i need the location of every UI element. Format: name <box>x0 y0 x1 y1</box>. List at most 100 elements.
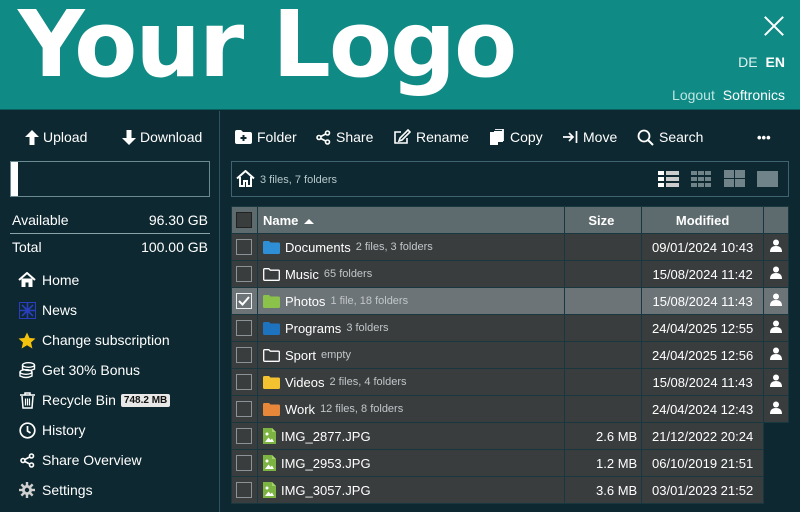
owner-cell <box>763 395 789 423</box>
upload-button[interactable]: Upload <box>25 127 87 147</box>
file-meta: 1 file, 18 folders <box>330 295 409 307</box>
row-checkbox[interactable] <box>236 455 253 472</box>
rename-button[interactable]: Rename <box>394 127 469 147</box>
table-row[interactable]: IMG_2953.JPG 1.2 MB 06/10/2019 21:51 <box>231 449 789 477</box>
name-cell[interactable]: Programs 3 folders <box>256 314 566 342</box>
folder-summary: 3 files, 7 folders <box>260 174 338 186</box>
share-button[interactable]: Share <box>316 127 373 147</box>
share-icon <box>316 129 331 145</box>
row-checkbox-cell <box>231 233 258 261</box>
copy-button[interactable]: Copy <box>490 127 543 147</box>
sort-asc-icon <box>304 218 314 224</box>
modified-cell: 24/04/2025 12:55 <box>641 314 764 342</box>
more-button[interactable]: ••• <box>757 127 771 147</box>
available-value: 96.30 GB <box>148 212 208 228</box>
search-icon <box>637 129 654 146</box>
sidebar-item-change-subscription[interactable]: Change subscription <box>18 325 170 355</box>
file-meta: 12 files, 8 folders <box>320 403 404 415</box>
name-cell[interactable]: Sport empty <box>256 341 566 369</box>
sidebar-item-label: Share Overview <box>42 452 142 468</box>
name-cell[interactable]: IMG_2877.JPG <box>256 422 566 450</box>
small-grid-view-icon[interactable] <box>691 170 712 188</box>
modified-cell: 15/08/2024 11:43 <box>641 368 764 396</box>
size-cell <box>564 260 643 288</box>
stat-divider <box>10 233 210 234</box>
row-checkbox[interactable] <box>236 347 253 364</box>
language-en[interactable]: EN <box>766 54 785 70</box>
row-checkbox[interactable] <box>236 428 253 445</box>
view-switcher <box>658 170 778 188</box>
logout-link[interactable]: Logout <box>672 87 715 103</box>
sidebar-item-history[interactable]: History <box>18 415 170 445</box>
share-icon <box>18 451 36 469</box>
row-checkbox-cell <box>231 395 258 423</box>
folder-icon <box>262 402 280 416</box>
file-name: Videos <box>284 374 325 390</box>
name-cell[interactable]: Documents 2 files, 3 folders <box>256 233 566 261</box>
table-row[interactable]: Videos 2 files, 4 folders 15/08/2024 11:43 <box>231 368 789 396</box>
name-column-header[interactable]: Name <box>256 206 566 234</box>
file-meta: 2 files, 4 folders <box>329 376 407 388</box>
file-meta: 65 folders <box>323 268 373 280</box>
list-view-icon[interactable] <box>658 170 679 188</box>
name-cell[interactable]: Videos 2 files, 4 folders <box>256 368 566 396</box>
sidebar-item-news[interactable]: News <box>18 295 170 325</box>
search-button[interactable]: Search <box>637 127 703 147</box>
user-icon[interactable] <box>770 320 782 333</box>
sidebar: Upload Download Available 96.30 GB Total… <box>0 111 220 512</box>
user-icon[interactable] <box>770 347 782 360</box>
file-name: IMG_2877.JPG <box>280 428 371 444</box>
user-icon[interactable] <box>770 374 782 387</box>
name-cell[interactable]: Work 12 files, 8 folders <box>256 395 566 423</box>
medium-grid-view-icon[interactable] <box>724 170 745 188</box>
size-cell: 3.6 MB <box>564 476 643 504</box>
name-cell[interactable]: Photos 1 file, 18 folders <box>256 287 566 315</box>
table-row[interactable]: Documents 2 files, 3 folders 09/01/2024 10… <box>231 233 789 261</box>
name-cell[interactable]: IMG_2953.JPG <box>256 449 566 477</box>
home-icon[interactable] <box>236 170 255 187</box>
user-icon[interactable] <box>770 266 782 279</box>
table-row[interactable]: IMG_2877.JPG 2.6 MB 21/12/2022 20:24 <box>231 422 789 450</box>
modified-cell: 15/08/2024 11:43 <box>641 287 764 315</box>
available-label: Available <box>12 212 69 228</box>
name-cell[interactable]: IMG_3057.JPG <box>256 476 566 504</box>
modified-cell: 03/01/2023 21:52 <box>641 476 764 504</box>
user-icon[interactable] <box>770 401 782 414</box>
table-row[interactable]: IMG_3057.JPG 3.6 MB 03/01/2023 21:52 <box>231 476 789 504</box>
sidebar-item-share-overview[interactable]: Share Overview <box>18 445 170 475</box>
table-row[interactable]: Sport empty 24/04/2025 12:56 <box>231 341 789 369</box>
sidebar-item-home[interactable]: Home <box>18 265 170 295</box>
row-checkbox[interactable] <box>236 401 253 418</box>
size-cell <box>564 368 643 396</box>
row-checkbox[interactable] <box>236 482 253 499</box>
row-checkbox[interactable] <box>236 293 253 310</box>
star-icon <box>18 331 36 349</box>
home-icon <box>18 271 36 289</box>
row-checkbox[interactable] <box>236 320 253 337</box>
user-icon[interactable] <box>770 239 782 252</box>
modified-column-header[interactable]: Modified <box>641 206 764 234</box>
move-button[interactable]: Move <box>563 127 617 147</box>
table-row[interactable]: Music 65 folders 15/08/2024 11:42 <box>231 260 789 288</box>
new-folder-button[interactable]: Folder <box>235 127 297 147</box>
table-row[interactable]: Programs 3 folders 24/04/2025 12:55 <box>231 314 789 342</box>
modified-cell: 15/08/2024 11:42 <box>641 260 764 288</box>
sidebar-item-settings[interactable]: Settings <box>18 475 170 505</box>
download-button[interactable]: Download <box>122 127 202 147</box>
name-header-label: Name <box>262 212 299 228</box>
table-row[interactable]: Photos 1 file, 18 folders 15/08/2024 11:43 <box>231 287 789 315</box>
large-grid-view-icon[interactable] <box>757 170 778 188</box>
select-all-checkbox[interactable] <box>236 212 253 229</box>
table-row[interactable]: Work 12 files, 8 folders 24/04/2024 12:43 <box>231 395 789 423</box>
row-checkbox[interactable] <box>236 374 253 391</box>
name-cell[interactable]: Music 65 folders <box>256 260 566 288</box>
language-de[interactable]: DE <box>738 54 757 70</box>
row-checkbox[interactable] <box>236 266 253 283</box>
modified-cell: 21/12/2022 20:24 <box>641 422 764 450</box>
sidebar-item-recycle-bin[interactable]: Recycle Bin 748.2 MB <box>18 385 171 415</box>
size-column-header[interactable]: Size <box>564 206 643 234</box>
row-checkbox[interactable] <box>236 239 253 256</box>
sidebar-item-get-30-bonus[interactable]: Get 30% Bonus <box>18 355 170 385</box>
user-icon[interactable] <box>770 293 782 306</box>
close-icon[interactable] <box>763 15 785 37</box>
